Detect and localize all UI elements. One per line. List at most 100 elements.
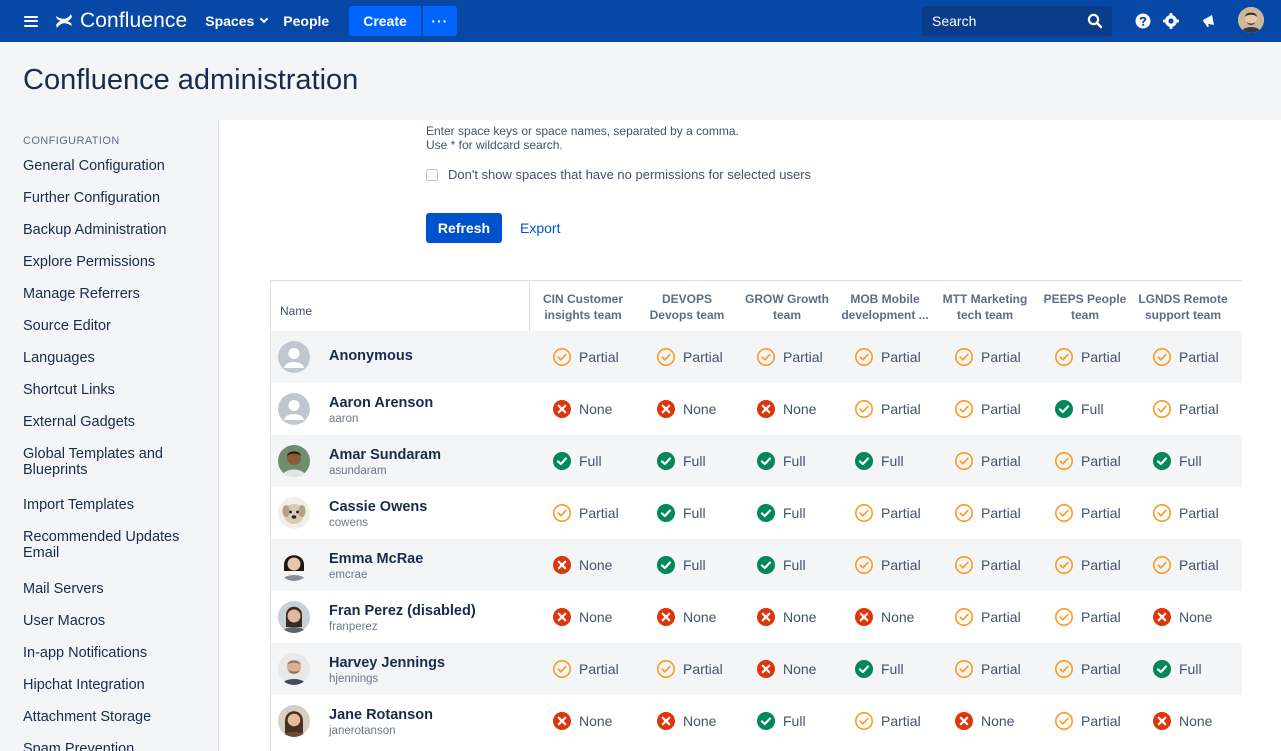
sidebar-item[interactable]: External Gadgets — [23, 414, 203, 430]
permission-cell-partial[interactable]: Partial — [1054, 347, 1121, 367]
space-column-header[interactable]: CIN Customer insights team — [533, 291, 633, 323]
avatar[interactable] — [278, 341, 310, 373]
permission-cell-full[interactable]: Full — [1152, 659, 1202, 679]
hide-empty-spaces-checkbox[interactable] — [426, 168, 438, 181]
permission-cell-full[interactable]: Full — [854, 659, 904, 679]
space-column-header[interactable]: MTT Marketing tech team — [935, 291, 1035, 323]
permission-cell-full[interactable]: Full — [854, 451, 904, 471]
table-row[interactable]: Cassie Owens cowens Partial Full Full Partial… — [271, 487, 1242, 539]
permission-cell-partial[interactable]: Partial — [954, 607, 1021, 627]
permission-cell-none[interactable]: None — [656, 607, 716, 627]
permission-cell-partial[interactable]: Partial — [552, 659, 619, 679]
search-icon[interactable] — [1086, 12, 1104, 30]
permission-cell-full[interactable]: Full — [756, 503, 806, 523]
table-row[interactable]: Fran Perez (disabled) franperez None None No… — [271, 591, 1242, 643]
megaphone-icon[interactable] — [1199, 11, 1219, 31]
user-name[interactable]: Cassie Owens — [329, 499, 427, 515]
permission-cell-full[interactable]: Full — [656, 451, 706, 471]
sidebar-item[interactable]: Attachment Storage — [23, 709, 203, 725]
permission-cell-partial[interactable]: Partial — [854, 503, 921, 523]
sidebar-item[interactable]: Hipchat Integration — [23, 677, 203, 693]
space-column-header[interactable]: MOB Mobile development ... — [835, 291, 935, 323]
sidebar-item[interactable]: Languages — [23, 350, 203, 366]
permission-cell-none[interactable]: None — [954, 711, 1014, 731]
avatar[interactable] — [278, 497, 310, 529]
sidebar-item[interactable]: Recommended Updates Email — [23, 529, 203, 561]
permission-cell-full[interactable]: Full — [756, 451, 806, 471]
space-column-header[interactable]: GROW Growth team — [737, 291, 837, 323]
permission-cell-none[interactable]: None — [1152, 607, 1212, 627]
permission-cell-partial[interactable]: Partial — [1054, 451, 1121, 471]
sidebar-item[interactable]: Explore Permissions — [23, 254, 203, 270]
more-button[interactable]: ··· — [422, 6, 457, 36]
permission-cell-full[interactable]: Full — [656, 503, 706, 523]
search-input[interactable] — [932, 13, 1082, 29]
permission-cell-full[interactable]: Full — [552, 451, 602, 471]
create-button[interactable]: Create — [349, 6, 421, 36]
permission-cell-partial[interactable]: Partial — [954, 347, 1021, 367]
avatar[interactable] — [278, 601, 310, 633]
permission-cell-none[interactable]: None — [756, 607, 816, 627]
sidebar-item[interactable]: General Configuration — [23, 158, 203, 174]
permission-cell-partial[interactable]: Partial — [854, 555, 921, 575]
permission-cell-partial[interactable]: Partial — [954, 555, 1021, 575]
permission-cell-partial[interactable]: Partial — [954, 451, 1021, 471]
sidebar-item[interactable]: In-app Notifications — [23, 645, 203, 661]
permission-cell-partial[interactable]: Partial — [756, 347, 823, 367]
sidebar-item[interactable]: User Macros — [23, 613, 203, 629]
table-row[interactable]: Anonymous Partial Partial Partial Partial Par… — [271, 331, 1242, 383]
sidebar-item[interactable]: Shortcut Links — [23, 382, 203, 398]
table-row[interactable]: Jane Rotanson janerotanson None None Full Par… — [271, 695, 1242, 747]
refresh-button[interactable]: Refresh — [426, 213, 502, 243]
sidebar-item[interactable]: Import Templates — [23, 497, 203, 513]
sidebar-item[interactable]: Global Templates and Blueprints — [23, 446, 203, 478]
permission-cell-partial[interactable]: Partial — [954, 503, 1021, 523]
gear-icon[interactable] — [1161, 11, 1181, 31]
permission-cell-partial[interactable]: Partial — [1054, 607, 1121, 627]
user-avatar[interactable] — [1238, 7, 1264, 33]
permission-cell-partial[interactable]: Partial — [954, 659, 1021, 679]
space-column-header[interactable]: PEEPS People team — [1035, 291, 1135, 323]
spaces-menu[interactable]: Spaces — [205, 13, 269, 29]
permission-cell-full[interactable]: Full — [756, 711, 806, 731]
menu-icon[interactable] — [24, 15, 38, 27]
hide-empty-spaces-option[interactable]: Don't show spaces that have no permissio… — [426, 167, 811, 182]
avatar[interactable] — [278, 393, 310, 425]
table-row[interactable]: Amar Sundaram asundaram Full Full Full Full Pa… — [271, 435, 1242, 487]
permission-cell-none[interactable]: None — [552, 711, 612, 731]
export-link[interactable]: Export — [520, 220, 560, 236]
permission-cell-none[interactable]: None — [756, 659, 816, 679]
permission-cell-none[interactable]: None — [656, 711, 716, 731]
permission-cell-partial[interactable]: Partial — [1152, 555, 1219, 575]
people-link[interactable]: People — [283, 13, 329, 29]
permission-cell-none[interactable]: None — [552, 555, 612, 575]
search-box[interactable] — [922, 6, 1112, 36]
permission-cell-full[interactable]: Full — [1054, 399, 1104, 419]
user-name[interactable]: Anonymous — [329, 348, 413, 364]
permission-cell-none[interactable]: None — [756, 399, 816, 419]
permission-cell-partial[interactable]: Partial — [1054, 659, 1121, 679]
help-icon[interactable] — [1133, 11, 1153, 31]
table-row[interactable]: Aaron Arenson aaron None None None Partial Par… — [271, 383, 1242, 435]
space-column-header[interactable]: DEVOPS Devops team — [637, 291, 737, 323]
user-name[interactable]: Harvey Jennings — [329, 655, 445, 671]
sidebar-item[interactable]: Source Editor — [23, 318, 203, 334]
confluence-logo[interactable]: Confluence — [54, 9, 187, 33]
permission-cell-full[interactable]: Full — [656, 555, 706, 575]
avatar[interactable] — [278, 445, 310, 477]
permission-cell-partial[interactable]: Partial — [1152, 399, 1219, 419]
table-row[interactable]: Emma McRae emcrae None Full Full Partial Parti… — [271, 539, 1242, 591]
permission-cell-partial[interactable]: Partial — [656, 659, 723, 679]
permission-cell-partial[interactable]: Partial — [656, 347, 723, 367]
permission-cell-partial[interactable]: Partial — [1054, 711, 1121, 731]
permission-cell-partial[interactable]: Partial — [854, 711, 921, 731]
avatar[interactable] — [278, 653, 310, 685]
user-name[interactable]: Emma McRae — [329, 551, 423, 567]
permission-cell-full[interactable]: Full — [1152, 451, 1202, 471]
user-name[interactable]: Fran Perez (disabled) — [329, 603, 476, 619]
sidebar-item[interactable]: Mail Servers — [23, 581, 203, 597]
sidebar-item[interactable]: Backup Administration — [23, 222, 203, 238]
avatar[interactable] — [278, 705, 310, 737]
permission-cell-none[interactable]: None — [1152, 711, 1212, 731]
sidebar-item[interactable]: Further Configuration — [23, 190, 203, 206]
